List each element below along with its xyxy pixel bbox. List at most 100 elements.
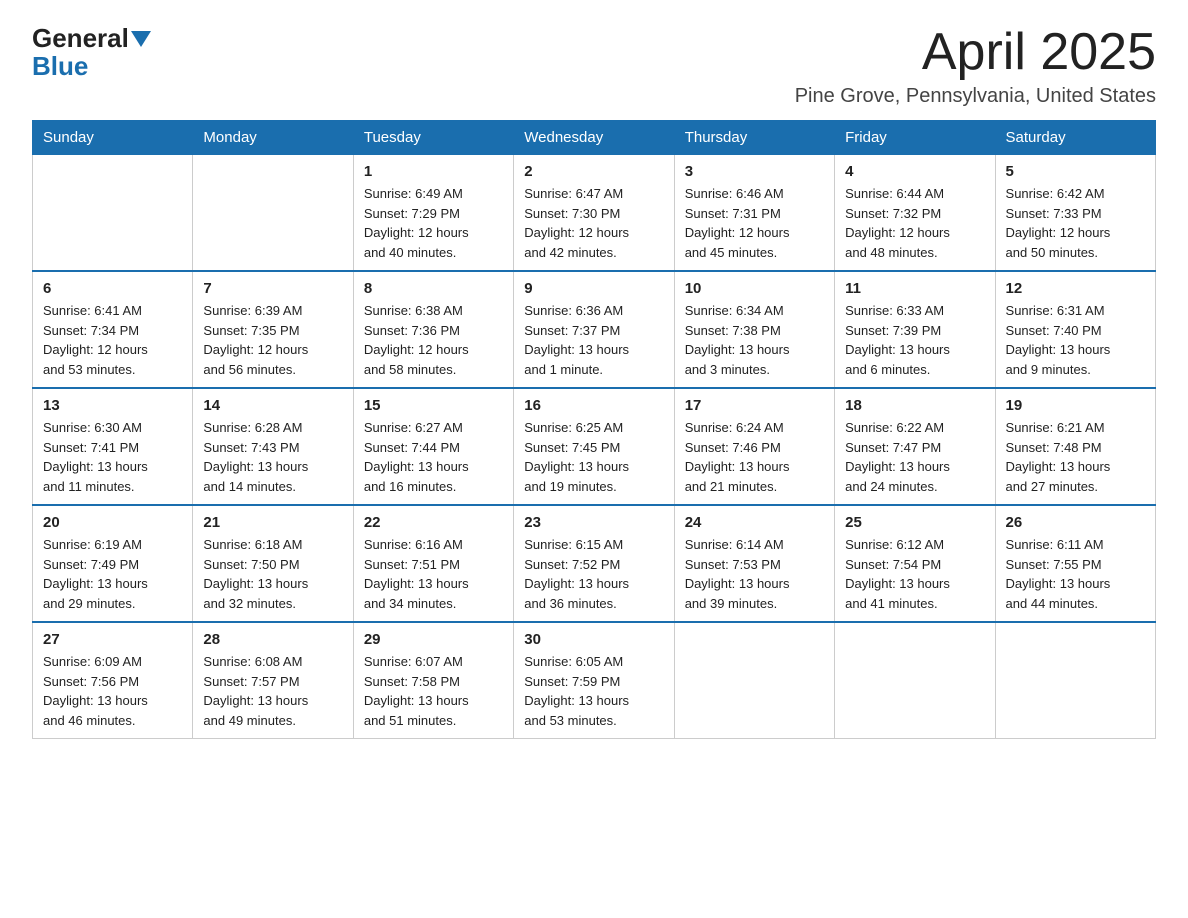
- day-of-week-friday: Friday: [835, 121, 995, 155]
- day-number: 25: [845, 514, 984, 531]
- day-info: Sunrise: 6:36 AMSunset: 7:37 PMDaylight:…: [524, 301, 663, 379]
- day-info: Sunrise: 6:14 AMSunset: 7:53 PMDaylight:…: [685, 535, 824, 613]
- logo-blue: Blue: [32, 51, 88, 82]
- day-info: Sunrise: 6:05 AMSunset: 7:59 PMDaylight:…: [524, 652, 663, 730]
- calendar-cell: 27 Sunrise: 6:09 AMSunset: 7:56 PMDayligh…: [33, 622, 193, 739]
- day-number: 16: [524, 397, 663, 414]
- calendar-cell: 17 Sunrise: 6:24 AMSunset: 7:46 PMDayligh…: [674, 388, 834, 505]
- calendar-cell: [193, 155, 353, 272]
- day-number: 5: [1006, 163, 1145, 180]
- day-number: 1: [364, 163, 503, 180]
- day-info: Sunrise: 6:08 AMSunset: 7:57 PMDaylight:…: [203, 652, 342, 730]
- calendar-cell: [33, 155, 193, 272]
- day-number: 12: [1006, 280, 1145, 297]
- day-info: Sunrise: 6:41 AMSunset: 7:34 PMDaylight:…: [43, 301, 182, 379]
- title-block: April 2025 Pine Grove, Pennsylvania, Uni…: [795, 24, 1156, 108]
- page: General Blue April 2025 Pine Grove, Penn…: [0, 0, 1188, 771]
- day-info: Sunrise: 6:22 AMSunset: 7:47 PMDaylight:…: [845, 418, 984, 496]
- calendar-cell: 14 Sunrise: 6:28 AMSunset: 7:43 PMDayligh…: [193, 388, 353, 505]
- calendar-cell: 15Sunrise: 6:27 AMSunset: 7:44 PMDayligh…: [353, 388, 513, 505]
- calendar-cell: 29Sunrise: 6:07 AMSunset: 7:58 PMDayligh…: [353, 622, 513, 739]
- calendar-cell: 21 Sunrise: 6:18 AMSunset: 7:50 PMDayligh…: [193, 505, 353, 622]
- day-info: Sunrise: 6:49 AMSunset: 7:29 PMDaylight:…: [364, 184, 503, 262]
- day-of-week-sunday: Sunday: [33, 121, 193, 155]
- calendar-cell: 3 Sunrise: 6:46 AMSunset: 7:31 PMDaylight…: [674, 155, 834, 272]
- day-number: 21: [203, 514, 342, 531]
- day-info: Sunrise: 6:38 AMSunset: 7:36 PMDaylight:…: [364, 301, 503, 379]
- day-number: 28: [203, 631, 342, 648]
- day-of-week-thursday: Thursday: [674, 121, 834, 155]
- day-number: 20: [43, 514, 182, 531]
- calendar-cell: 9 Sunrise: 6:36 AMSunset: 7:37 PMDaylight…: [514, 271, 674, 388]
- calendar-cell: 12 Sunrise: 6:31 AMSunset: 7:40 PMDayligh…: [995, 271, 1155, 388]
- day-number: 10: [685, 280, 824, 297]
- calendar: SundayMondayTuesdayWednesdayThursdayFrid…: [32, 120, 1156, 739]
- logo-arrow-icon: [131, 31, 151, 47]
- calendar-cell: 5 Sunrise: 6:42 AMSunset: 7:33 PMDaylight…: [995, 155, 1155, 272]
- day-number: 6: [43, 280, 182, 297]
- calendar-cell: 16 Sunrise: 6:25 AMSunset: 7:45 PMDayligh…: [514, 388, 674, 505]
- day-info: Sunrise: 6:18 AMSunset: 7:50 PMDaylight:…: [203, 535, 342, 613]
- day-info: Sunrise: 6:42 AMSunset: 7:33 PMDaylight:…: [1006, 184, 1145, 262]
- calendar-cell: 26 Sunrise: 6:11 AMSunset: 7:55 PMDayligh…: [995, 505, 1155, 622]
- calendar-cell: 4 Sunrise: 6:44 AMSunset: 7:32 PMDaylight…: [835, 155, 995, 272]
- calendar-cell: 23 Sunrise: 6:15 AMSunset: 7:52 PMDayligh…: [514, 505, 674, 622]
- calendar-cell: [835, 622, 995, 739]
- calendar-cell: 18Sunrise: 6:22 AMSunset: 7:47 PMDayligh…: [835, 388, 995, 505]
- day-info: Sunrise: 6:28 AMSunset: 7:43 PMDaylight:…: [203, 418, 342, 496]
- day-info: Sunrise: 6:31 AMSunset: 7:40 PMDaylight:…: [1006, 301, 1145, 379]
- day-number: 27: [43, 631, 182, 648]
- day-info: Sunrise: 6:44 AMSunset: 7:32 PMDaylight:…: [845, 184, 984, 262]
- calendar-cell: 6 Sunrise: 6:41 AMSunset: 7:34 PMDaylight…: [33, 271, 193, 388]
- day-number: 19: [1006, 397, 1145, 414]
- day-info: Sunrise: 6:16 AMSunset: 7:51 PMDaylight:…: [364, 535, 503, 613]
- calendar-week-4: 20 Sunrise: 6:19 AMSunset: 7:49 PMDayligh…: [33, 505, 1156, 622]
- day-number: 23: [524, 514, 663, 531]
- day-info: Sunrise: 6:39 AMSunset: 7:35 PMDaylight:…: [203, 301, 342, 379]
- calendar-cell: 1 Sunrise: 6:49 AMSunset: 7:29 PMDaylight…: [353, 155, 513, 272]
- calendar-cell: 20 Sunrise: 6:19 AMSunset: 7:49 PMDayligh…: [33, 505, 193, 622]
- day-number: 26: [1006, 514, 1145, 531]
- location-title: Pine Grove, Pennsylvania, United States: [795, 85, 1156, 108]
- header-row: General Blue April 2025 Pine Grove, Penn…: [32, 24, 1156, 108]
- day-number: 15: [364, 397, 503, 414]
- day-number: 11: [845, 280, 984, 297]
- calendar-cell: 10 Sunrise: 6:34 AMSunset: 7:38 PMDayligh…: [674, 271, 834, 388]
- day-info: Sunrise: 6:24 AMSunset: 7:46 PMDaylight:…: [685, 418, 824, 496]
- day-info: Sunrise: 6:19 AMSunset: 7:49 PMDaylight:…: [43, 535, 182, 613]
- day-info: Sunrise: 6:25 AMSunset: 7:45 PMDaylight:…: [524, 418, 663, 496]
- calendar-cell: 30Sunrise: 6:05 AMSunset: 7:59 PMDayligh…: [514, 622, 674, 739]
- day-number: 9: [524, 280, 663, 297]
- day-number: 8: [364, 280, 503, 297]
- logo-text: General: [32, 24, 151, 53]
- day-info: Sunrise: 6:12 AMSunset: 7:54 PMDaylight:…: [845, 535, 984, 613]
- calendar-cell: 25 Sunrise: 6:12 AMSunset: 7:54 PMDayligh…: [835, 505, 995, 622]
- day-info: Sunrise: 6:21 AMSunset: 7:48 PMDaylight:…: [1006, 418, 1145, 496]
- day-info: Sunrise: 6:11 AMSunset: 7:55 PMDaylight:…: [1006, 535, 1145, 613]
- calendar-cell: [674, 622, 834, 739]
- calendar-week-3: 13Sunrise: 6:30 AMSunset: 7:41 PMDayligh…: [33, 388, 1156, 505]
- calendar-cell: [995, 622, 1155, 739]
- day-info: Sunrise: 6:15 AMSunset: 7:52 PMDaylight:…: [524, 535, 663, 613]
- day-info: Sunrise: 6:33 AMSunset: 7:39 PMDaylight:…: [845, 301, 984, 379]
- month-title: April 2025: [795, 24, 1156, 81]
- logo: General Blue: [32, 24, 151, 82]
- day-number: 24: [685, 514, 824, 531]
- day-number: 4: [845, 163, 984, 180]
- calendar-cell: 19 Sunrise: 6:21 AMSunset: 7:48 PMDayligh…: [995, 388, 1155, 505]
- calendar-cell: 2Sunrise: 6:47 AMSunset: 7:30 PMDaylight…: [514, 155, 674, 272]
- day-number: 17: [685, 397, 824, 414]
- calendar-cell: 24 Sunrise: 6:14 AMSunset: 7:53 PMDayligh…: [674, 505, 834, 622]
- calendar-week-5: 27 Sunrise: 6:09 AMSunset: 7:56 PMDayligh…: [33, 622, 1156, 739]
- day-info: Sunrise: 6:09 AMSunset: 7:56 PMDaylight:…: [43, 652, 182, 730]
- day-of-week-wednesday: Wednesday: [514, 121, 674, 155]
- day-info: Sunrise: 6:34 AMSunset: 7:38 PMDaylight:…: [685, 301, 824, 379]
- calendar-cell: 7Sunrise: 6:39 AMSunset: 7:35 PMDaylight…: [193, 271, 353, 388]
- day-number: 2: [524, 163, 663, 180]
- day-number: 3: [685, 163, 824, 180]
- day-number: 13: [43, 397, 182, 414]
- day-number: 29: [364, 631, 503, 648]
- logo-general: General: [32, 24, 129, 53]
- day-number: 14: [203, 397, 342, 414]
- day-info: Sunrise: 6:46 AMSunset: 7:31 PMDaylight:…: [685, 184, 824, 262]
